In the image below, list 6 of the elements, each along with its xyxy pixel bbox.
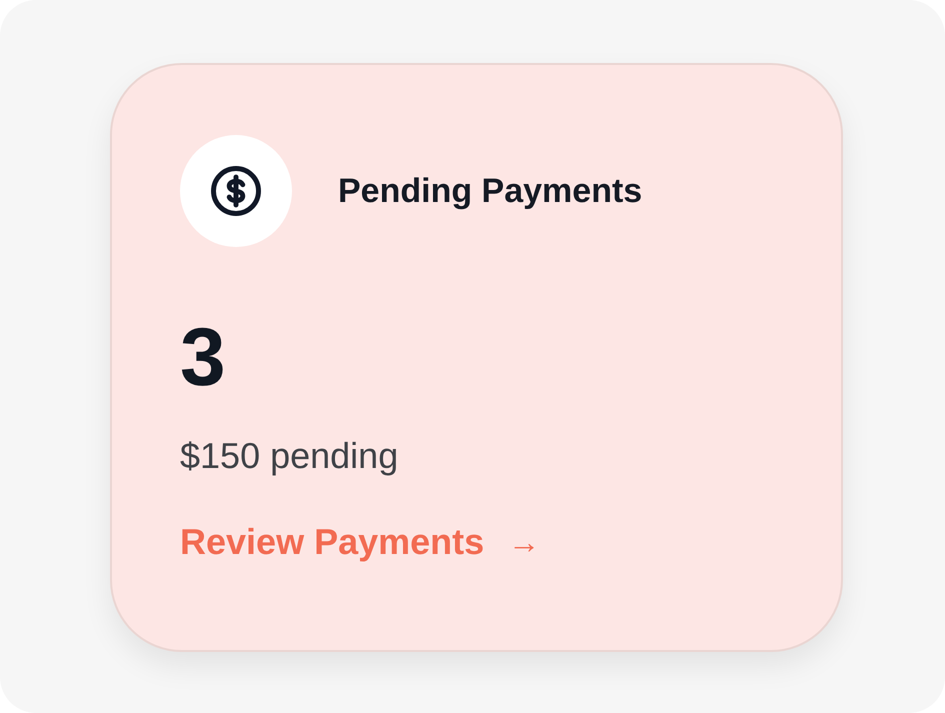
dollar-coin-icon	[209, 164, 263, 218]
card-title: Pending Payments	[338, 172, 642, 210]
pending-amount: $150 pending	[180, 435, 400, 477]
pending-count: 3	[180, 317, 227, 399]
review-payments-link[interactable]: Review Payments →	[180, 521, 540, 563]
arrow-icon: →	[508, 524, 540, 560]
